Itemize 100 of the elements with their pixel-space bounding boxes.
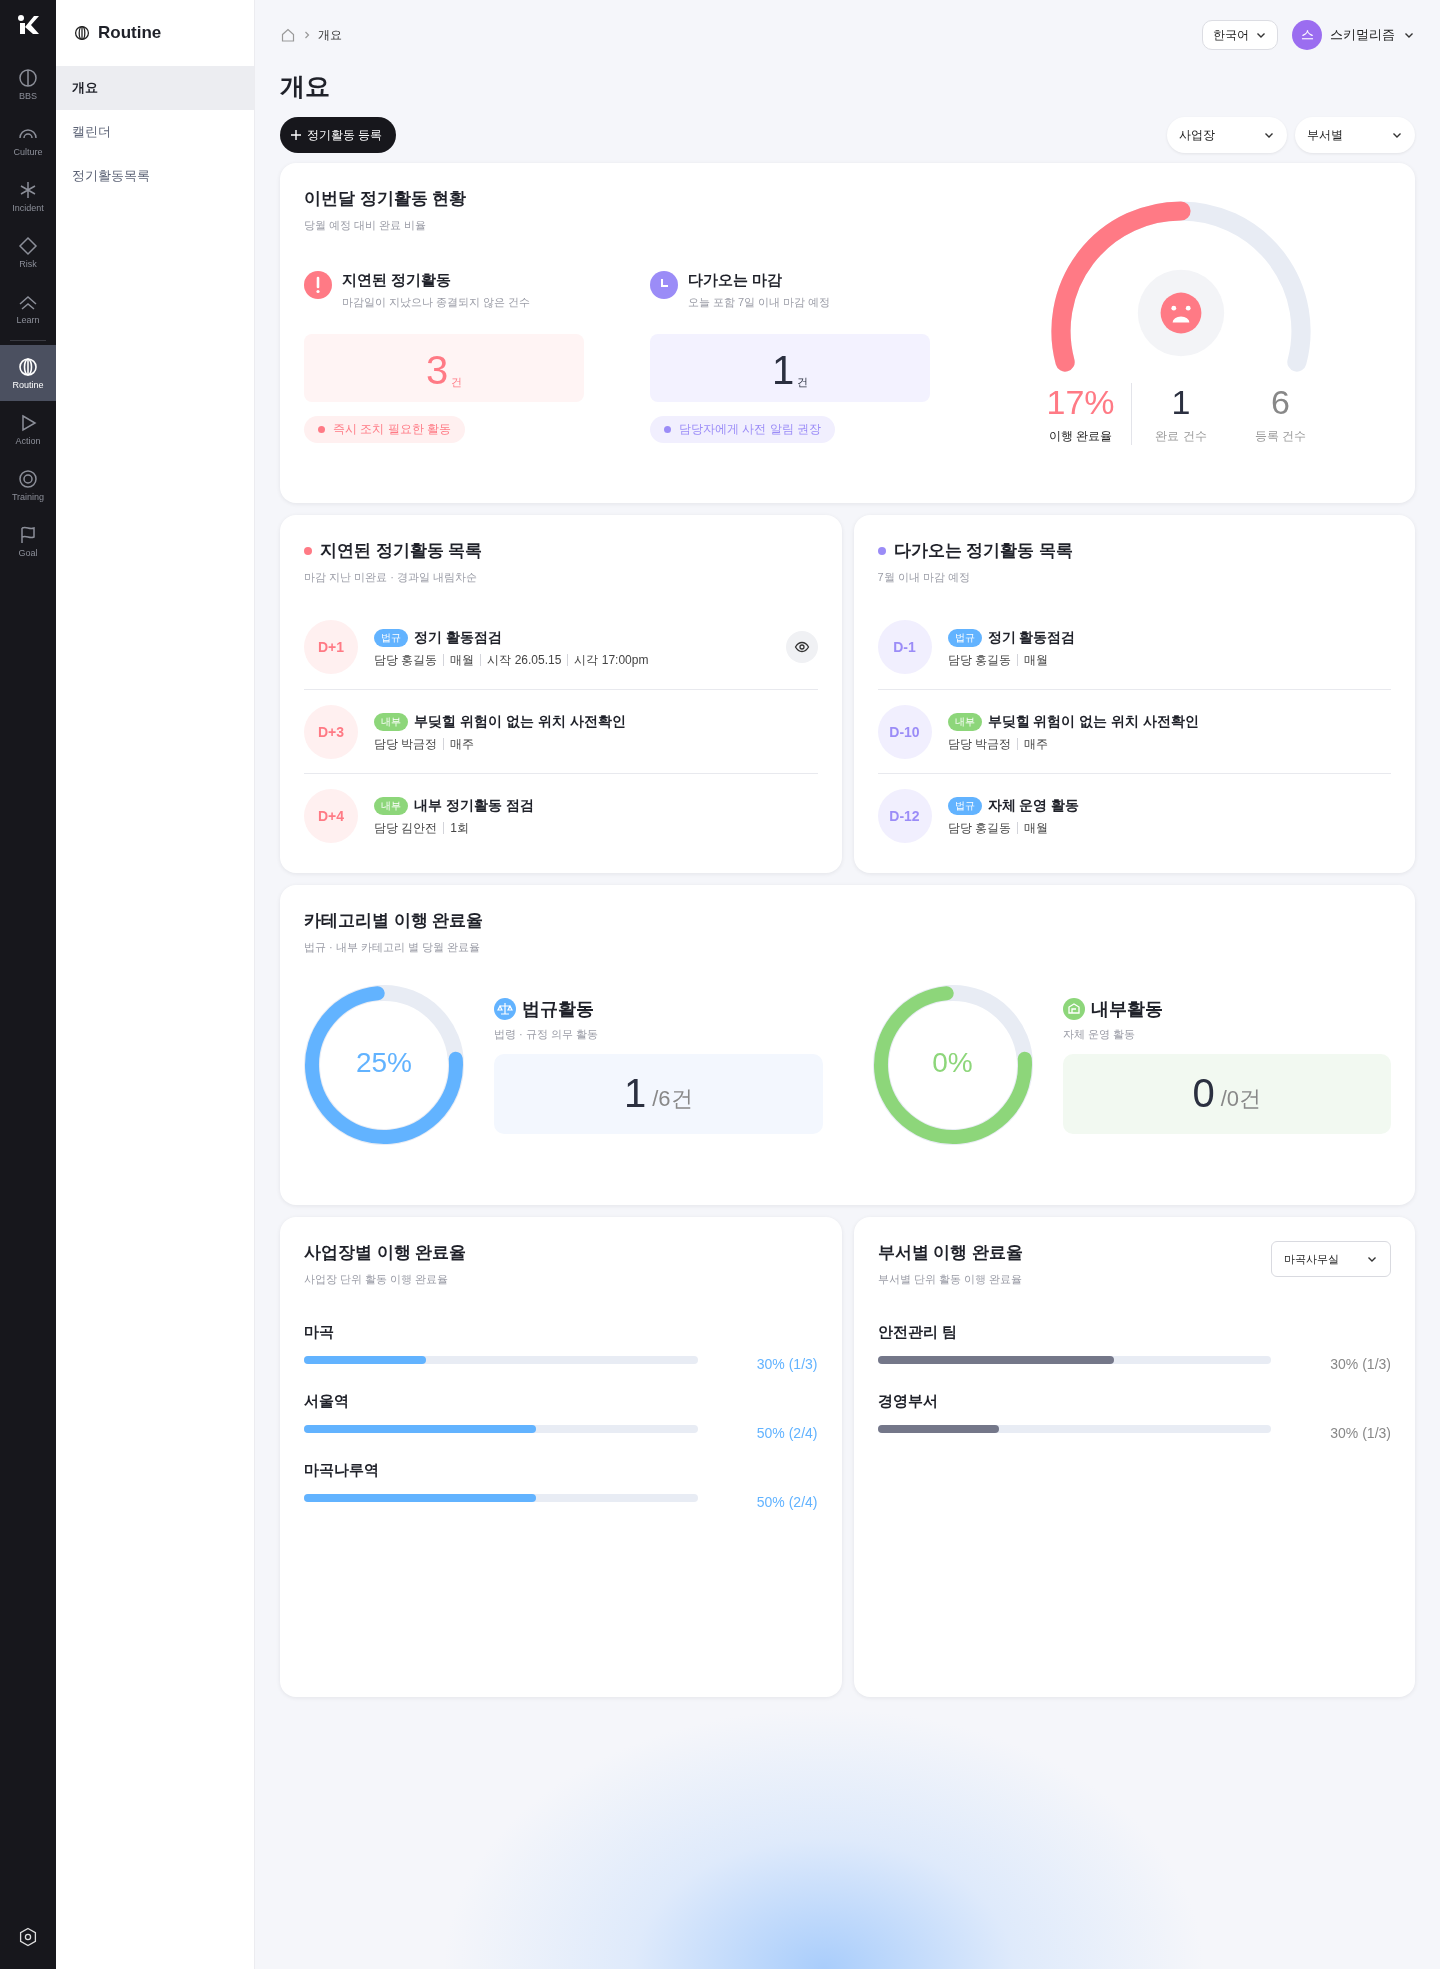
stat-label: 이행 완료율 <box>1048 428 1113 445</box>
count-value: 3 <box>425 350 449 390</box>
card-subtitle: 7월 이내 마감 예정 <box>877 570 971 585</box>
rail-nav-item[interactable]: Culture <box>0 112 56 168</box>
activity-meta: 담당 홍길동 <box>374 653 439 666</box>
activity-meta: 매주 <box>1016 738 1054 750</box>
user-menu[interactable]: 스 스키멀리즘 <box>1292 20 1415 50</box>
completion-rate: 17% <box>1046 383 1115 422</box>
card-subtitle: 법규 · 내부 카테고리 별 당월 완료율 <box>304 940 481 955</box>
rail-nav-item[interactable]: Risk <box>0 224 56 280</box>
block-title: 다가오는 마감 <box>688 271 784 290</box>
activity-meta: 1회 <box>443 822 476 834</box>
filter-select[interactable]: 사업장 <box>1167 117 1287 153</box>
block-subtitle: 마감일이 지났으나 종결되지 않은 건수 <box>342 295 531 310</box>
dday-badge: D+3 <box>304 704 358 759</box>
rail-nav-item[interactable]: Goal <box>0 513 56 569</box>
activity-meta: 시작 26.05.15 <box>480 653 568 666</box>
activity-title: 정기 활동점검 <box>414 628 502 647</box>
activity-title: 정기 활동점검 <box>987 628 1076 647</box>
stat-label: 완료 건수 <box>1155 428 1207 445</box>
category-tag: 법규 <box>374 628 408 647</box>
bar-label: 안전관리 팀 <box>877 1323 958 1342</box>
status-dot <box>877 546 886 555</box>
dday-badge: D-1 <box>877 620 932 674</box>
percent-label: 25% <box>354 1047 413 1079</box>
settings-icon[interactable] <box>18 1927 38 1947</box>
globe-icon <box>74 25 90 41</box>
dday-badge: D+1 <box>304 620 358 674</box>
count-value: 1 <box>771 350 795 390</box>
dday-badge: D-10 <box>877 704 932 759</box>
count-value: 0 <box>1192 1071 1215 1116</box>
register-button[interactable]: 정기활동 등록 <box>280 117 397 153</box>
activity-meta: 매월 <box>443 653 481 666</box>
view-button[interactable] <box>785 631 818 663</box>
hint-badge: 즉시 조치 필요한 활동 <box>304 416 465 443</box>
home-icon[interactable] <box>280 27 296 43</box>
subnav-item[interactable]: 개요 <box>56 66 254 110</box>
count-unit: 건 <box>797 375 809 390</box>
percent-label: 0% <box>931 1047 974 1079</box>
stat-label: 등록 건수 <box>1254 428 1307 445</box>
card-title: 사업장별 이행 완료율 <box>304 1242 467 1264</box>
rate-reading: 50% (2/4) <box>755 1425 818 1441</box>
rail-nav-item[interactable]: Routine <box>0 345 56 401</box>
category-tag: 법규 <box>947 797 982 815</box>
globe-icon <box>18 356 38 377</box>
activity-title: 부딪힐 위험이 없는 위치 사전확인 <box>987 713 1200 731</box>
activity-meta: 담당 홍길동 <box>947 822 1012 834</box>
rate-reading: 30% (1/3) <box>1329 1356 1391 1372</box>
category-tag: 내부 <box>374 797 408 815</box>
rate-reading: 50% (2/4) <box>755 1494 818 1510</box>
asterisk-icon <box>18 179 38 200</box>
plus-icon <box>290 129 302 141</box>
category-tag: 내부 <box>374 713 408 731</box>
rail-nav-item[interactable]: Incident <box>0 168 56 224</box>
card-title: 부서별 이행 완료율 <box>877 1242 1023 1264</box>
chevron-right-icon <box>302 30 312 40</box>
block-subtitle: 오늘 포함 7일 이내 마감 예정 <box>688 295 831 310</box>
category-tag: 내부 <box>947 713 982 731</box>
avatar: 스 <box>1292 20 1322 50</box>
flag-icon <box>18 524 38 545</box>
category-title: 내부활동 <box>1090 997 1163 1021</box>
count-total: /0건 <box>1220 1084 1262 1113</box>
sad-face-icon <box>1137 269 1224 357</box>
bar-label: 서울역 <box>304 1392 350 1411</box>
hint-badge: 담당자에게 사전 알림 권장 <box>650 416 835 443</box>
bar-label: 마곡 <box>304 1323 335 1342</box>
scale-icon <box>494 997 516 1020</box>
rail-nav-item[interactable]: Training <box>0 457 56 513</box>
card-subtitle: 사업장 단위 활동 이행 완료율 <box>304 1272 450 1287</box>
activity-meta: 담당 박금정 <box>374 738 439 750</box>
rail-nav-item[interactable]: Action <box>0 401 56 457</box>
rate-reading: 30% (1/3) <box>755 1356 818 1372</box>
activity-meta: 매월 <box>1016 653 1054 666</box>
bar-label: 경영부서 <box>877 1392 939 1411</box>
activity-meta: 담당 박금정 <box>947 738 1012 750</box>
activity-title: 내부 정기활동 점검 <box>414 797 534 815</box>
card-subtitle: 마감 지난 미완료 · 경과일 내림차순 <box>304 570 478 585</box>
logo-icon <box>17 14 39 36</box>
target-icon <box>18 468 38 489</box>
eye-icon <box>793 639 810 655</box>
activity-meta: 담당 홍길동 <box>947 653 1012 666</box>
subnav-item[interactable]: 정기활동목록 <box>56 154 254 198</box>
subnav-item[interactable]: 캘린더 <box>56 110 254 154</box>
office-select[interactable]: 마곡사무실 <box>1271 1241 1391 1277</box>
block-title: 지연된 정기활동 <box>342 271 453 290</box>
category-subtitle: 법령 · 규정 의무 활동 <box>494 1026 599 1042</box>
count-unit: 건 <box>451 375 463 390</box>
rail-nav-item[interactable]: BBS <box>0 56 56 112</box>
clock-icon <box>650 271 678 299</box>
rail-nav-item[interactable]: Learn <box>0 280 56 336</box>
section-title: Routine <box>98 23 162 43</box>
category-title: 법규활동 <box>522 997 594 1021</box>
language-select[interactable]: 한국어 <box>1202 20 1278 50</box>
page-title: 개요 <box>280 71 331 102</box>
activity-meta: 담당 김안전 <box>374 822 439 834</box>
activity-title: 부딪힐 위험이 없는 위치 사전확인 <box>414 713 626 731</box>
breadcrumb-item[interactable]: 개요 <box>318 26 342 44</box>
activity-meta: 시각 17:00pm <box>567 653 655 666</box>
diamond-icon <box>18 235 38 256</box>
filter-select[interactable]: 부서별 <box>1295 117 1415 153</box>
